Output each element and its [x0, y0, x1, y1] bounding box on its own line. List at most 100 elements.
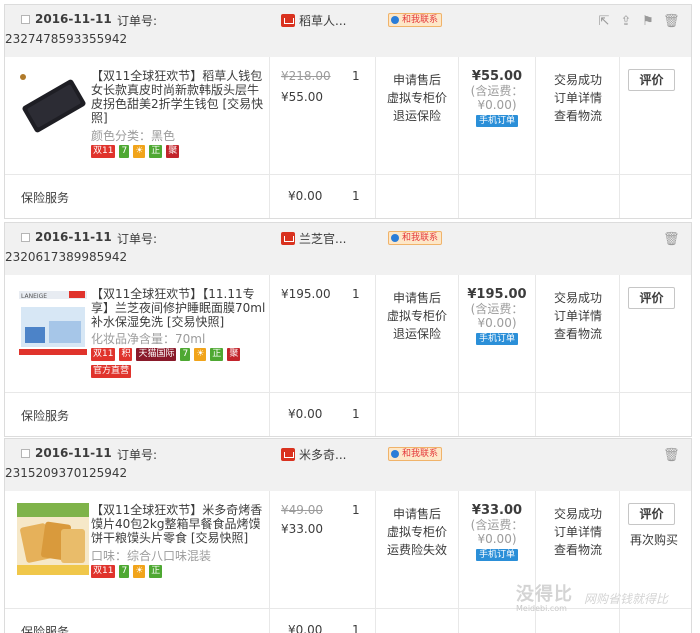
shop-link[interactable]: 稻草人... — [281, 12, 346, 29]
insurance-label: 保险服务 — [21, 409, 70, 423]
shipping-insurance-link[interactable]: 运费险失效 — [380, 541, 454, 559]
product-title-link[interactable]: 【双11全球狂欢节】稻草人钱包女长款真皮时尚新款韩版头层牛皮拐色甜美2折学生钱包… — [91, 69, 269, 125]
tag-sun-icon[interactable]: ☀ — [194, 348, 207, 361]
order-detail-link[interactable]: 订单详情 — [543, 307, 613, 325]
product-title-link[interactable]: 【双11全球狂欢节】米多奇烤香馍片40包2kg整箱早餐食品烤馍饼干粮馍头片零食 … — [91, 503, 269, 545]
watermark-slogan: 网购省钱就得比 — [584, 592, 669, 606]
after-sale-link[interactable]: 申请售后 — [380, 71, 454, 89]
tag-double11[interactable]: 双11 — [91, 565, 116, 578]
shipping-fee: (含运费：¥0.00) — [470, 84, 524, 112]
total-amount: ¥195.00 — [467, 287, 527, 302]
shop-name: 米多奇... — [299, 448, 347, 462]
tag-tmall-global[interactable]: 天猫国际 — [136, 348, 177, 361]
order-detail-link[interactable]: 订单详情 — [543, 89, 613, 107]
order-date: 2016-11-11 — [35, 446, 112, 460]
tag-7day-return[interactable]: 7 — [119, 145, 130, 158]
order-header: 2016-11-11 订单号: 2327478593355942 稻草人... … — [5, 5, 691, 57]
service-links: 申请售后 虚拟专柜价 退运保险 — [380, 71, 454, 125]
trash-icon[interactable]: 🗑 — [663, 449, 680, 463]
trash-icon[interactable]: 🗑 — [663, 233, 680, 247]
select-checkbox[interactable] — [21, 15, 30, 24]
product-thumbnail[interactable] — [17, 503, 89, 575]
upload-icon[interactable]: ⇪ — [619, 15, 633, 29]
tag-list: 双11 积 天猫国际 7 ☀ 正 聚 官方直营 — [91, 348, 266, 378]
order-total: ¥55.00 (含运费：¥0.00) 手机订单 — [465, 69, 529, 127]
quantity: 1 — [352, 503, 360, 517]
mobile-order-badge: 手机订单 — [475, 115, 518, 127]
total-amount: ¥55.00 — [471, 69, 523, 84]
logistics-link[interactable]: 查看物流 — [543, 541, 613, 559]
tag-7day-return[interactable]: 7 — [180, 348, 191, 361]
service-links: 申请售后 虚拟专柜价 退运保险 — [380, 289, 454, 343]
select-checkbox[interactable] — [21, 233, 30, 242]
mobile-order-badge: 手机订单 — [475, 333, 518, 345]
tag-genuine[interactable]: 正 — [149, 145, 163, 158]
select-checkbox[interactable] — [21, 449, 30, 458]
virtual-counter-link[interactable]: 虚拟专柜价 — [380, 307, 454, 325]
shop-icon — [281, 232, 295, 245]
product-title-link[interactable]: 【双11全球狂欢节】【11.11专享】兰芝夜间修护睡眠面膜70ml 补水保湿免洗… — [91, 287, 269, 329]
insurance-label: 保险服务 — [21, 191, 70, 205]
after-sale-link[interactable]: 申请售后 — [380, 289, 454, 307]
tag-juhuasuan[interactable]: 聚 — [166, 145, 180, 158]
logistics-link[interactable]: 查看物流 — [543, 107, 613, 125]
tag-double11[interactable]: 双11 — [91, 348, 116, 361]
shipping-fee: (含运费：¥0.00) — [470, 302, 524, 330]
order-header: 2016-11-11 订单号: 2315209370125942 米多奇... … — [5, 439, 691, 491]
shop-link[interactable]: 米多奇... — [281, 446, 346, 463]
rate-button[interactable]: 评价 — [628, 69, 675, 91]
trade-status: 交易成功 — [553, 507, 602, 521]
contact-seller-button[interactable]: 和我联系 — [388, 231, 443, 245]
tag-sun-icon[interactable]: ☀ — [133, 145, 146, 158]
product-thumbnail[interactable]: LANEIGE — [17, 287, 89, 359]
shop-icon — [281, 14, 295, 27]
shop-name: 兰芝官... — [299, 232, 347, 246]
virtual-counter-link[interactable]: 虚拟专柜价 — [380, 89, 454, 107]
flag-icon[interactable]: ⚑ — [641, 15, 655, 29]
svg-text:LANEIGE: LANEIGE — [21, 293, 47, 300]
tag-sun-icon[interactable]: ☀ — [133, 565, 146, 578]
unit-price: ¥195.00 — [281, 287, 331, 301]
order-header: 2016-11-11 订单号: 2320617389985942 兰芝官... … — [5, 223, 691, 275]
share-icon[interactable]: ⇱ — [597, 15, 611, 29]
tag-points[interactable]: 积 — [119, 348, 133, 361]
shipping-fee: (含运费：¥0.00) — [470, 518, 524, 546]
buy-again-link[interactable]: 再次购买 — [628, 531, 680, 548]
tag-genuine[interactable]: 正 — [149, 565, 163, 578]
header-actions: ⇱ ⇪ ⚑ 🗑 — [597, 15, 680, 29]
contact-seller-button[interactable]: 和我联系 — [388, 13, 443, 27]
virtual-counter-link[interactable]: 虚拟专柜价 — [380, 523, 454, 541]
logistics-link[interactable]: 查看物流 — [543, 325, 613, 343]
insurance-qty: 1 — [352, 407, 360, 421]
tag-genuine[interactable]: 正 — [210, 348, 224, 361]
product-attribute: 化妆品净含量：70ml — [91, 332, 206, 346]
watermark-logo: 没得比 — [516, 584, 573, 605]
product-attribute: 口味：综合八口味混装 — [91, 549, 212, 563]
product-thumbnail[interactable] — [17, 69, 89, 141]
trash-icon[interactable]: 🗑 — [663, 15, 680, 29]
tag-double11[interactable]: 双11 — [91, 145, 116, 158]
after-sale-link[interactable]: 申请售后 — [380, 505, 454, 523]
shop-name: 稻草人... — [299, 14, 347, 28]
order-total: ¥33.00 (含运费：¥0.00) 手机订单 — [465, 503, 529, 561]
insurance-label: 保险服务 — [21, 625, 70, 633]
rate-button[interactable]: 评价 — [628, 503, 675, 525]
order-card: 2016-11-11 订单号: 2320617389985942 兰芝官... … — [4, 222, 692, 437]
status-links: 交易成功 订单详情 查看物流 — [543, 505, 613, 559]
return-insurance-link[interactable]: 退运保险 — [380, 107, 454, 125]
unit-price: ¥33.00 — [281, 522, 323, 536]
order-date: 2016-11-11 — [35, 230, 112, 244]
return-insurance-link[interactable]: 退运保险 — [380, 325, 454, 343]
shop-link[interactable]: 兰芝官... — [281, 230, 346, 247]
rate-button[interactable]: 评价 — [628, 287, 675, 309]
order-number-label: 订单号: — [117, 14, 158, 28]
status-links: 交易成功 订单详情 查看物流 — [543, 71, 613, 125]
tag-7day-return[interactable]: 7 — [119, 565, 130, 578]
tag-juhuasuan[interactable]: 聚 — [227, 348, 241, 361]
contact-seller-button[interactable]: 和我联系 — [388, 447, 443, 461]
tag-list: 双11 7 ☀ 正 — [91, 565, 266, 578]
order-detail-link[interactable]: 订单详情 — [543, 523, 613, 541]
trade-status: 交易成功 — [553, 291, 602, 305]
tag-official[interactable]: 官方直营 — [91, 365, 132, 378]
watermark-site: Meidebi.com — [516, 604, 567, 613]
